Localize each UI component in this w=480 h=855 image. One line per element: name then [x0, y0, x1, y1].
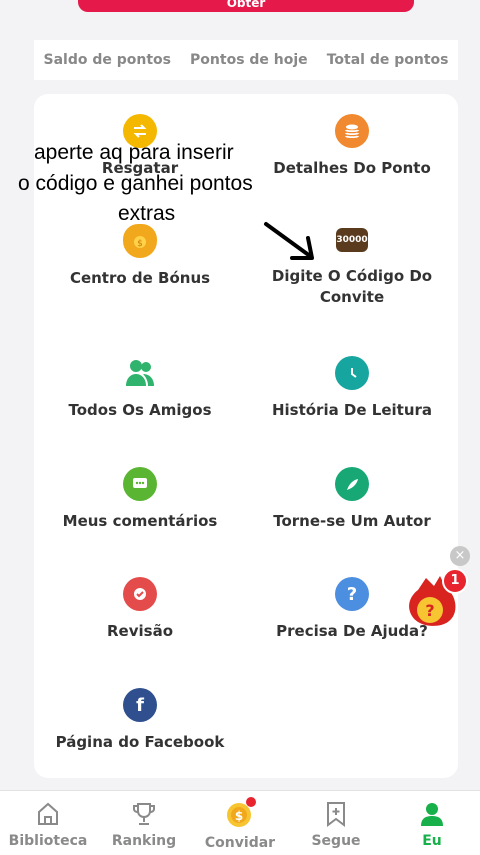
facebook-icon: f: [123, 688, 157, 722]
menu-item-bonus-center[interactable]: $ Centro de Bónus: [34, 224, 246, 289]
points-balance-label: Saldo de pontos: [43, 52, 171, 68]
svg-text:$: $: [137, 239, 143, 249]
tab-label: Convidar: [204, 835, 276, 851]
notification-dot: [246, 797, 256, 807]
tab-label: Eu: [422, 833, 442, 849]
menu-label: Página do Facebook: [55, 733, 225, 751]
tab-convidar[interactable]: $ Convidar: [192, 791, 288, 855]
svg-text:?: ?: [425, 601, 434, 620]
menu-label: Meus comentários: [62, 512, 218, 530]
menu-label: Digite O Código Do Convite: [271, 267, 433, 306]
menu-label: Torne-se Um Autor: [273, 512, 431, 530]
points-summary: Saldo de pontos Pontos de hoje Total de …: [34, 40, 458, 80]
coins-stack-icon: [335, 114, 369, 148]
user-icon: [421, 803, 443, 826]
menu-item-facebook-page[interactable]: f Página do Facebook: [34, 688, 246, 753]
menu-label: Revisão: [107, 622, 173, 640]
menu-item-my-comments[interactable]: Meus comentários: [34, 467, 246, 532]
get-button[interactable]: Obter: [78, 0, 414, 12]
annotation-line-1: aperte aq para inserir: [34, 141, 234, 164]
menu-label: Detalhes Do Ponto: [273, 159, 431, 177]
lucky-bag-float[interactable]: ? 1: [404, 566, 468, 636]
tab-label: Biblioteca: [8, 833, 88, 849]
menu-item-review[interactable]: Revisão: [34, 577, 246, 642]
menu-item-all-friends[interactable]: Todos Os Amigos: [34, 356, 246, 421]
question-icon: ?: [335, 577, 369, 611]
tab-label: Ranking: [111, 833, 177, 849]
bookmark-add-icon: [327, 802, 345, 827]
friends-icon: [123, 356, 157, 390]
invite-bonus-value: 30000: [336, 235, 368, 245]
trophy-icon: [133, 803, 155, 825]
points-total-label: Total de pontos: [326, 52, 449, 68]
money-bag-icon: $: [123, 224, 157, 258]
annotation-arrow-icon: [264, 222, 314, 260]
comment-icon: [123, 467, 157, 501]
menu-card: Resgatar Detalhes Do Ponto $ Centro de B…: [34, 94, 458, 778]
tab-eu[interactable]: Eu: [384, 791, 480, 855]
tab-ranking[interactable]: Ranking: [96, 791, 192, 855]
lucky-bag-count-badge: 1: [442, 568, 468, 594]
menu-item-point-details[interactable]: Detalhes Do Ponto: [246, 114, 458, 179]
quill-icon: [335, 467, 369, 501]
menu-item-reading-history[interactable]: História De Leitura: [246, 356, 458, 421]
svg-text:$: $: [235, 809, 243, 823]
tab-segue[interactable]: Segue: [288, 791, 384, 855]
bottom-tab-bar: Biblioteca Ranking $ Convidar Segue Eu: [0, 790, 480, 855]
menu-label: Todos Os Amigos: [68, 401, 212, 419]
annotation-line-2: o código e ganhei pontos: [18, 172, 253, 195]
points-today-label: Pontos de hoje: [190, 52, 308, 68]
annotation-line-3: extras: [118, 202, 176, 225]
clock-icon: [335, 356, 369, 390]
menu-item-become-author[interactable]: Torne-se Um Autor: [246, 467, 458, 532]
tab-label: Segue: [311, 833, 361, 849]
invite-bonus-icon: 30000: [336, 228, 368, 252]
check-badge-icon: [123, 577, 157, 611]
menu-label: História De Leitura: [271, 401, 433, 419]
house-icon: [38, 802, 58, 825]
menu-label: Centro de Bónus: [69, 269, 211, 287]
tab-biblioteca[interactable]: Biblioteca: [0, 791, 96, 855]
close-float-icon[interactable]: ×: [450, 546, 470, 566]
